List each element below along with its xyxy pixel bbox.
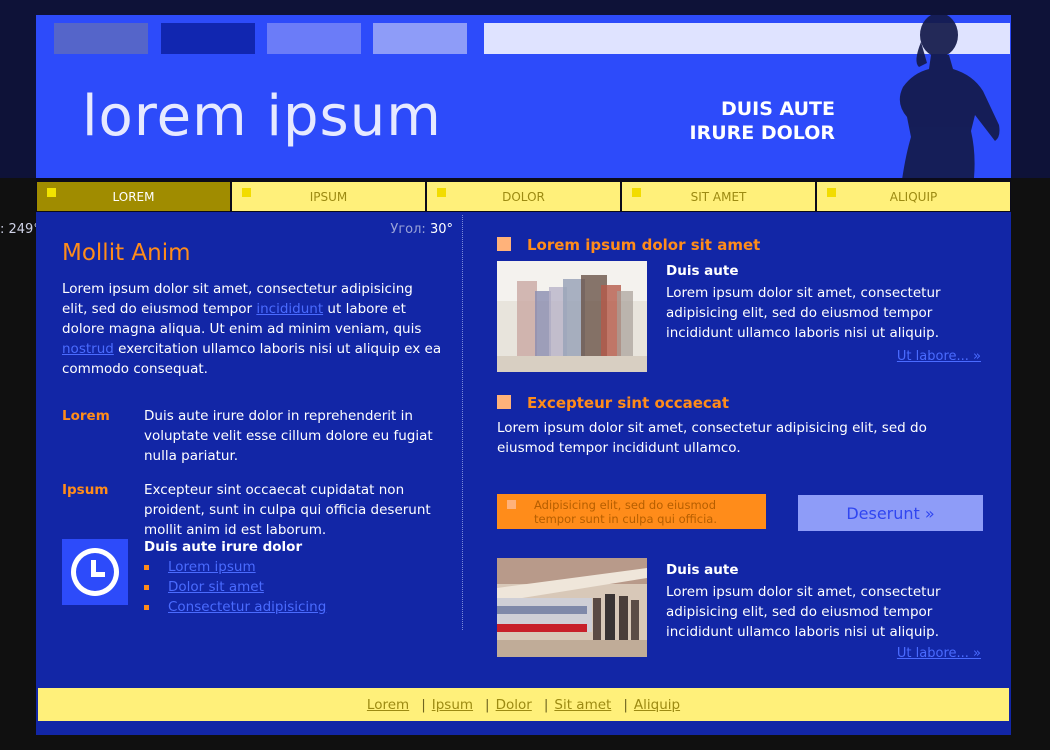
footer-link-aliquip[interactable]: Aliquip (634, 697, 680, 713)
slogan-line-2: IRURE DOLOR (689, 122, 836, 144)
bullet-icon (144, 585, 149, 590)
footer: Lorem | Ipsum | Dolor | Sit amet | Aliqu… (36, 686, 1011, 723)
footer-separator: | (485, 696, 490, 713)
color-swatch-3[interactable] (267, 23, 361, 54)
link-dolor-sit-amet[interactable]: Dolor sit amet (168, 579, 264, 595)
angle-label: Угол: (390, 222, 426, 237)
main-heading: Mollit Anim (62, 240, 191, 266)
woman-silhouette (899, 15, 1000, 178)
nav-item-label: IPSUM (309, 189, 348, 204)
read-more-link[interactable]: Ut labore... » (897, 349, 981, 364)
page: lorem ipsum DUIS AUTE IRURE DOLOR LOREM … (36, 15, 1011, 735)
article-1: Duis aute Lorem ipsum dolor sit amet, co… (497, 261, 987, 376)
crowd-photo[interactable] (497, 261, 647, 372)
article-body: Lorem ipsum dolor sit amet, consectetur … (666, 285, 941, 341)
links-block: Duis aute irure dolor Lorem ipsum Dolor … (144, 537, 444, 617)
article-title: Duis aute (666, 562, 739, 578)
link-consectetur[interactable]: Consectetur adipisicing (168, 599, 326, 615)
nav-item-label: LOREM (112, 189, 155, 204)
bullet-icon (144, 565, 149, 570)
intro-paragraph: Lorem ipsum dolor sit amet, consectetur … (62, 279, 442, 379)
section-bullet-icon (497, 395, 511, 409)
section-title-text: Excepteur sint occaecat (527, 394, 730, 412)
note-box: Adipisicing elit, sed do eiusmod tempor … (497, 494, 766, 529)
definition-desc: Excepteur sint occaecat cupidatat non pr… (144, 482, 431, 538)
intro-link-incididunt[interactable]: incididunt (256, 301, 323, 317)
main-nav: LOREM IPSUM DOLOR SIT AMET ALIQUIP (36, 178, 1011, 212)
list-item: Consectetur adipisicing (144, 597, 444, 617)
outside-angle-readout: : 249° (0, 222, 40, 237)
note-text: Adipisicing elit, sed do eiusmod tempor … (534, 498, 718, 526)
deserunt-button[interactable]: Deserunt » (798, 495, 983, 531)
nav-item-ipsum[interactable]: IPSUM (232, 182, 425, 211)
links-list: Lorem ipsum Dolor sit amet Consectetur a… (144, 557, 444, 617)
nav-item-sit-amet[interactable]: SIT AMET (622, 182, 815, 211)
angle-readout: Угол: 30° (390, 222, 453, 237)
definition-desc: Duis aute irure dolor in reprehenderit i… (144, 408, 433, 464)
article-title: Duis aute (666, 263, 739, 279)
note-bullet-icon (507, 500, 516, 509)
links-title: Duis aute irure dolor (144, 539, 303, 555)
section-title-2: Excepteur sint occaecat (497, 394, 729, 412)
nav-item-label: ALIQUIP (889, 189, 938, 204)
header-slogan: DUIS AUTE IRURE DOLOR (575, 97, 836, 145)
site-logo: lorem ipsum (82, 84, 442, 149)
footer-separator: | (421, 696, 426, 713)
section-bullet-icon (497, 237, 511, 251)
color-swatch-1[interactable] (54, 23, 148, 54)
train-photo[interactable] (497, 558, 647, 657)
nav-item-dolor[interactable]: DOLOR (427, 182, 620, 211)
definition-term: Ipsum (62, 482, 109, 498)
article-body: Lorem ipsum dolor sit amet, consectetur … (666, 584, 941, 640)
color-swatch-4[interactable] (373, 23, 467, 54)
section-title-text: Lorem ipsum dolor sit amet (527, 236, 761, 254)
intro-text-3: exercitation ullamco laboris nisi ut ali… (62, 341, 442, 377)
right-column: Lorem ipsum dolor sit amet Duis aute Lor… (497, 212, 997, 662)
section-2-paragraph: Lorem ipsum dolor sit amet, consectetur … (497, 420, 927, 456)
read-more-link[interactable]: Ut labore... » (897, 646, 981, 661)
nav-bullet-icon (827, 188, 836, 197)
nav-item-lorem[interactable]: LOREM (37, 182, 230, 211)
nav-item-label: DOLOR (502, 189, 545, 204)
intro-link-nostrud[interactable]: nostrud (62, 341, 114, 357)
nav-bullet-icon (47, 188, 56, 197)
bullet-icon (144, 605, 149, 610)
list-item: Lorem ipsum (144, 557, 444, 577)
footer-separator: | (543, 696, 549, 713)
link-lorem-ipsum[interactable]: Lorem ipsum (168, 559, 256, 575)
article-text: Duis aute Lorem ipsum dolor sit amet, co… (666, 261, 966, 343)
nav-bullet-icon (632, 188, 641, 197)
footer-link-lorem[interactable]: Lorem (367, 697, 409, 713)
list-item: Dolor sit amet (144, 577, 444, 597)
header: lorem ipsum DUIS AUTE IRURE DOLOR (36, 15, 1011, 178)
article-text: Duis aute Lorem ipsum dolor sit amet, co… (666, 560, 966, 642)
footer-link-dolor[interactable]: Dolor (496, 697, 532, 713)
definition-term: Lorem (62, 408, 110, 424)
nav-item-aliquip[interactable]: ALIQUIP (817, 182, 1010, 211)
angle-value: 30° (429, 222, 453, 237)
nav-bullet-icon (437, 188, 446, 197)
color-swatch-2[interactable] (161, 23, 255, 54)
nav-bullet-icon (242, 188, 251, 197)
slogan-line-1: DUIS AUTE (720, 98, 835, 120)
left-column: Угол: 30° Mollit Anim Lorem ipsum dolor … (36, 212, 463, 632)
footer-link-ipsum[interactable]: Ipsum (432, 697, 473, 713)
clock-icon (62, 539, 128, 605)
section-title-1: Lorem ipsum dolor sit amet (497, 236, 760, 254)
footer-link-sit-amet[interactable]: Sit amet (554, 697, 611, 713)
nav-item-label: SIT AMET (690, 189, 747, 204)
article-2: Duis aute Lorem ipsum dolor sit amet, co… (497, 558, 987, 673)
footer-separator: | (623, 696, 628, 713)
